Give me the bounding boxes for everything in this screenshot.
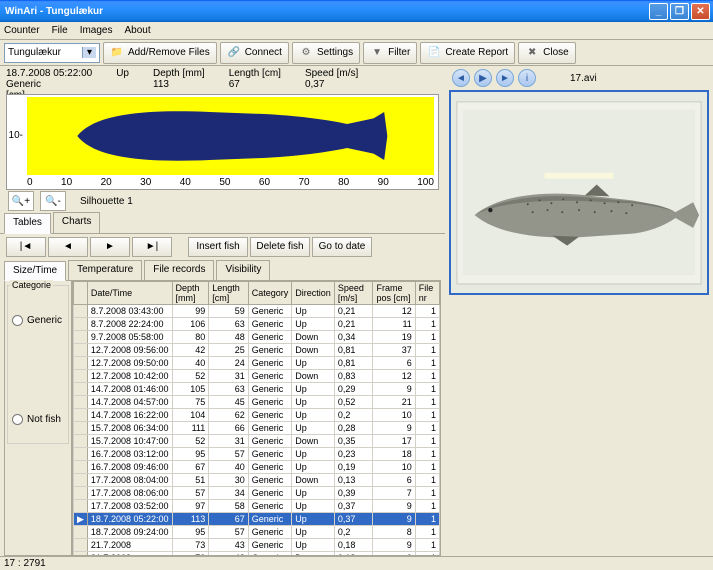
table-row[interactable]: 17.7.2008 03:52:009758GenericUp0,3791 — [74, 500, 440, 513]
table-row[interactable]: ▶18.7.2008 05:22:0011367GenericUp0,3791 — [74, 513, 440, 526]
data-table[interactable]: Date/TimeDepth [mm]Length [cm]CategoryDi… — [72, 280, 441, 556]
folder-icon: 📁 — [110, 46, 124, 60]
table-row[interactable]: 16.7.2008 03:12:009557GenericUp0,23181 — [74, 448, 440, 461]
toolbar: Tungulækur▾ 📁Add/Remove Files 🔗Connect ⚙… — [0, 40, 713, 66]
table-row[interactable]: 14.7.2008 01:46:0010563GenericUp0,2991 — [74, 383, 440, 396]
table-row[interactable]: 12.7.2008 09:50:004024GenericUp0,8161 — [74, 357, 440, 370]
menubar: Counter File Images About — [0, 22, 713, 40]
table-row[interactable]: 17.7.2008 08:06:005734GenericUp0,3971 — [74, 487, 440, 500]
window-title: WinAri - Tungulækur — [3, 6, 647, 17]
video-next-button[interactable]: ► — [496, 69, 514, 87]
statusbar: 17 : 2791 — [0, 556, 713, 570]
table-row[interactable]: 21.7.20087343GenericUp0,1891 — [74, 539, 440, 552]
radio-generic[interactable]: Generic — [12, 315, 64, 326]
filter-button[interactable]: ▼Filter — [363, 42, 417, 64]
menu-about[interactable]: About — [125, 25, 151, 36]
menu-file[interactable]: File — [52, 25, 68, 36]
tab-visibility[interactable]: Visibility — [216, 260, 270, 280]
video-info-button[interactable]: i — [518, 69, 536, 87]
table-row[interactable]: 9.7.2008 05:58:008048GenericDown0,34191 — [74, 331, 440, 344]
table-row[interactable]: 14.7.2008 16:22:0010462GenericUp0,2101 — [74, 409, 440, 422]
zoom-in-icon: 🔍+ — [12, 196, 30, 207]
table-row[interactable]: 16.7.2008 09:46:006740GenericUp0,19101 — [74, 461, 440, 474]
table-row[interactable]: 12.7.2008 10:42:005231GenericDown0,83121 — [74, 370, 440, 383]
insert-fish-button[interactable]: Insert fish — [188, 237, 248, 257]
silhouette-chart: 10- 0102030405060708090100 — [6, 94, 439, 190]
close-icon: ✖ — [525, 46, 539, 60]
col-header[interactable]: File nr — [415, 282, 439, 305]
connect-button[interactable]: 🔗Connect — [220, 42, 289, 64]
table-row[interactable]: 12.7.2008 09:56:004225GenericDown0,81371 — [74, 344, 440, 357]
info-row: 18.7.2008 05:22:00Generic[cm] Up Depth [… — [0, 66, 445, 94]
video-prev-button[interactable]: ◄ — [452, 69, 470, 87]
zoom-in-button[interactable]: 🔍+ — [8, 191, 34, 211]
video-play-button[interactable]: ▶ — [474, 69, 492, 87]
close-doc-button[interactable]: ✖Close — [518, 42, 576, 64]
table-row[interactable]: 14.7.2008 04:57:007545GenericUp0,52211 — [74, 396, 440, 409]
first-button[interactable]: |◄ — [6, 237, 46, 257]
col-header[interactable]: Category — [248, 282, 292, 305]
tab-size-time[interactable]: Size/Time — [4, 261, 66, 281]
col-header[interactable]: Direction — [292, 282, 335, 305]
delete-fish-button[interactable]: Delete fish — [250, 237, 310, 257]
radio-notfish[interactable]: Not fish — [12, 414, 64, 425]
chevron-down-icon[interactable]: ▾ — [82, 47, 96, 58]
table-row[interactable]: 18.7.2008 09:24:009557GenericUp0,281 — [74, 526, 440, 539]
table-row[interactable]: 17.7.2008 08:04:005130GenericDown0,1361 — [74, 474, 440, 487]
tab-charts[interactable]: Charts — [53, 212, 100, 233]
maximize-button[interactable]: ❐ — [670, 3, 689, 20]
video-filename: 17.avi — [570, 73, 597, 84]
connect-icon: 🔗 — [227, 46, 241, 60]
gear-icon: ⚙ — [299, 46, 313, 60]
tab-temperature[interactable]: Temperature — [68, 260, 142, 280]
prev-button[interactable]: ◄ — [48, 237, 88, 257]
table-row[interactable]: 15.7.2008 06:34:0011166GenericUp0,2891 — [74, 422, 440, 435]
site-combo[interactable]: Tungulækur▾ — [4, 43, 100, 63]
col-header[interactable]: Speed [m/s] — [334, 282, 373, 305]
zoom-out-icon: 🔍- — [45, 196, 61, 207]
report-button[interactable]: 📄Create Report — [420, 42, 515, 64]
last-button[interactable]: ►| — [132, 237, 172, 257]
table-row[interactable]: 21.7.20087042GenericDown0,1861 — [74, 552, 440, 557]
table-row[interactable]: 8.7.2008 22:24:0010663GenericUp0,21111 — [74, 318, 440, 331]
minimize-button[interactable]: _ — [649, 3, 668, 20]
col-header[interactable]: Date/Time — [87, 282, 172, 305]
category-panel: Categorie Generic Not fish — [4, 280, 72, 556]
table-row[interactable]: 15.7.2008 10:47:005231GenericDown0,35171 — [74, 435, 440, 448]
col-header[interactable]: Depth [mm] — [172, 282, 209, 305]
tab-file-records[interactable]: File records — [144, 260, 214, 280]
zoom-out-button[interactable]: 🔍- — [40, 191, 66, 211]
video-frame — [449, 90, 709, 295]
col-header[interactable]: Length [cm] — [209, 282, 249, 305]
next-button[interactable]: ► — [90, 237, 130, 257]
report-icon: 📄 — [427, 46, 441, 60]
filter-icon: ▼ — [370, 46, 384, 60]
settings-button[interactable]: ⚙Settings — [292, 42, 360, 64]
silhouette-label: Silhouette 1 — [80, 196, 133, 207]
table-row[interactable]: 8.7.2008 03:43:009959GenericUp0,21121 — [74, 305, 440, 318]
close-button[interactable]: ✕ — [691, 3, 710, 20]
titlebar: WinAri - Tungulækur _ ❐ ✕ — [0, 0, 713, 22]
col-header[interactable]: Frame pos [cm] — [373, 282, 415, 305]
menu-counter[interactable]: Counter — [4, 25, 40, 36]
addremove-button[interactable]: 📁Add/Remove Files — [103, 42, 217, 64]
tab-tables[interactable]: Tables — [4, 213, 51, 234]
goto-date-button[interactable]: Go to date — [312, 237, 372, 257]
menu-images[interactable]: Images — [80, 25, 113, 36]
